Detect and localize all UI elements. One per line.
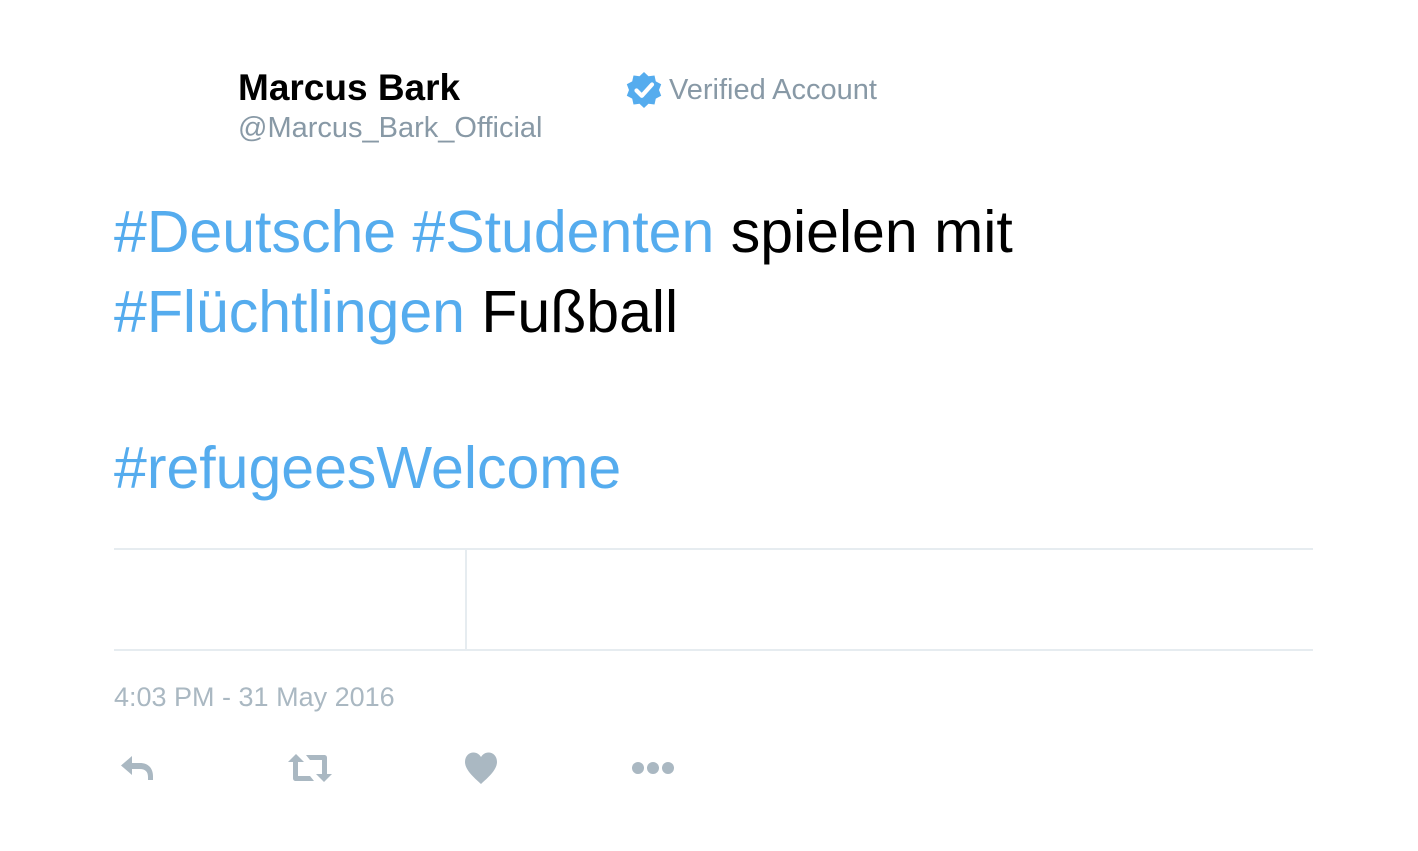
tweet-body-text: spielen mit xyxy=(730,199,1013,265)
heart-icon xyxy=(465,752,497,784)
hashtag-link[interactable]: #refugeesWelcome xyxy=(114,435,621,501)
stats-column-divider xyxy=(465,550,467,649)
hashtag-link[interactable]: #Flüchtlingen xyxy=(114,279,465,345)
stats-divider-bottom xyxy=(114,649,1313,651)
verified-badge: Verified Account xyxy=(624,70,877,110)
reply-button[interactable] xyxy=(116,748,158,788)
tweet-line-3: #refugeesWelcome xyxy=(114,428,1314,508)
more-button[interactable] xyxy=(630,748,676,788)
tweet-timestamp[interactable]: 4:03 PM - 31 May 2016 xyxy=(114,682,395,713)
author-name[interactable]: Marcus Bark xyxy=(238,66,460,110)
hashtag-link[interactable]: #Deutsche xyxy=(114,199,396,265)
stats-divider-top xyxy=(114,548,1313,550)
hashtag-link[interactable]: #Studenten xyxy=(412,199,714,265)
more-icon xyxy=(632,762,674,774)
author-handle[interactable]: @Marcus_Bark_Official xyxy=(238,110,543,146)
retweet-icon xyxy=(288,754,332,782)
tweet-text: #Deutsche #Studenten spielen mit #Flücht… xyxy=(114,192,1314,508)
verified-label: Verified Account xyxy=(669,73,877,106)
like-button[interactable] xyxy=(462,748,500,788)
verified-icon xyxy=(626,72,662,108)
retweet-button[interactable] xyxy=(286,748,334,788)
tweet-body-text: Fußball xyxy=(481,279,679,345)
tweet-line-2: #Flüchtlingen Fußball xyxy=(114,272,1314,352)
tweet-line-1: #Deutsche #Studenten spielen mit xyxy=(114,192,1314,272)
reply-icon xyxy=(121,756,153,780)
